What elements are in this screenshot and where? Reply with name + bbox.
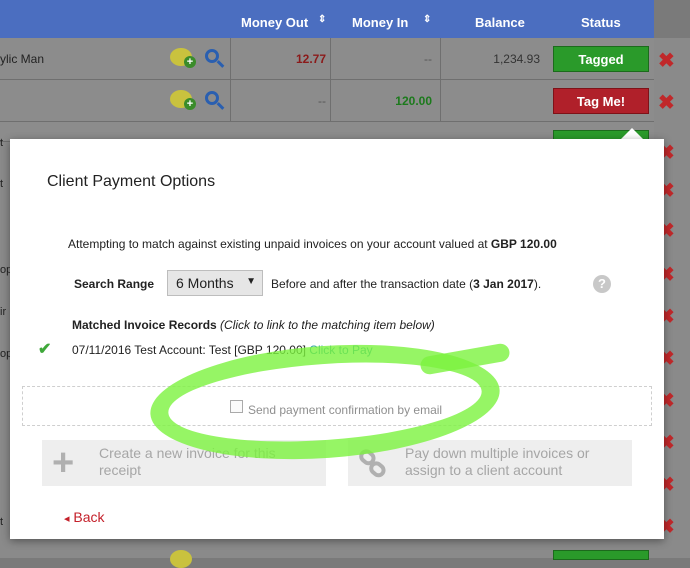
- add-icon: +: [184, 56, 196, 68]
- row-fragment: t: [0, 516, 4, 528]
- money-out-value: --: [318, 94, 326, 108]
- sort-icon[interactable]: ⇕: [318, 15, 326, 25]
- matched-invoice-heading: Matched Invoice Records (Click to link t…: [72, 318, 435, 332]
- modal-title: Client Payment Options: [47, 173, 216, 190]
- row-fragment: t: [0, 178, 4, 190]
- col-money-in[interactable]: Money In: [352, 15, 408, 30]
- col-status: Status: [581, 15, 621, 30]
- delete-icon[interactable]: ✖: [658, 48, 675, 73]
- table-header: Money Out ⇕ Money In ⇕ Balance Status: [0, 0, 654, 38]
- attempt-text: Attempting to match against existing unp…: [68, 237, 557, 251]
- comment-icon[interactable]: [170, 550, 192, 568]
- search-range-label: Search Range: [74, 277, 155, 291]
- dropdown-arrow-icon: ▼: [246, 276, 256, 287]
- delete-icon[interactable]: ✖: [658, 90, 675, 115]
- status-button-partial[interactable]: [553, 550, 649, 560]
- check-icon: ✔: [38, 341, 52, 358]
- row-fragment: ir: [0, 306, 7, 318]
- col-balance: Balance: [475, 15, 525, 30]
- col-money-out[interactable]: Money Out: [241, 15, 308, 30]
- search-icon[interactable]: [205, 49, 219, 63]
- plus-icon: +: [52, 442, 75, 484]
- sort-icon[interactable]: ⇕: [423, 15, 431, 25]
- transaction-date: 3 Jan 2017: [473, 277, 534, 291]
- tagged-button[interactable]: Tagged: [553, 46, 649, 72]
- row-name: ylic Man: [0, 52, 45, 66]
- add-icon: +: [184, 98, 196, 110]
- search-range-select[interactable]: 6 Months ▼: [167, 270, 263, 296]
- tag-me-button[interactable]: Tag Me!: [553, 88, 649, 114]
- money-out-value: 12.77: [295, 52, 326, 66]
- row-fragment: t: [0, 137, 4, 149]
- balance-value: 1,234.93: [493, 52, 540, 66]
- client-payment-modal: Client Payment Options Attempting to mat…: [10, 139, 664, 539]
- money-in-value: --: [424, 52, 432, 66]
- back-arrow-icon: ◂: [64, 513, 70, 525]
- search-icon[interactable]: [205, 91, 219, 105]
- help-icon[interactable]: ?: [593, 275, 611, 293]
- back-link[interactable]: ◂ Back: [64, 509, 105, 525]
- attempt-amount: GBP 120.00: [490, 237, 557, 251]
- header-gap: [654, 0, 690, 38]
- money-in-value: 120.00: [395, 94, 432, 108]
- before-after-text: Before and after the transaction date (3…: [271, 277, 542, 291]
